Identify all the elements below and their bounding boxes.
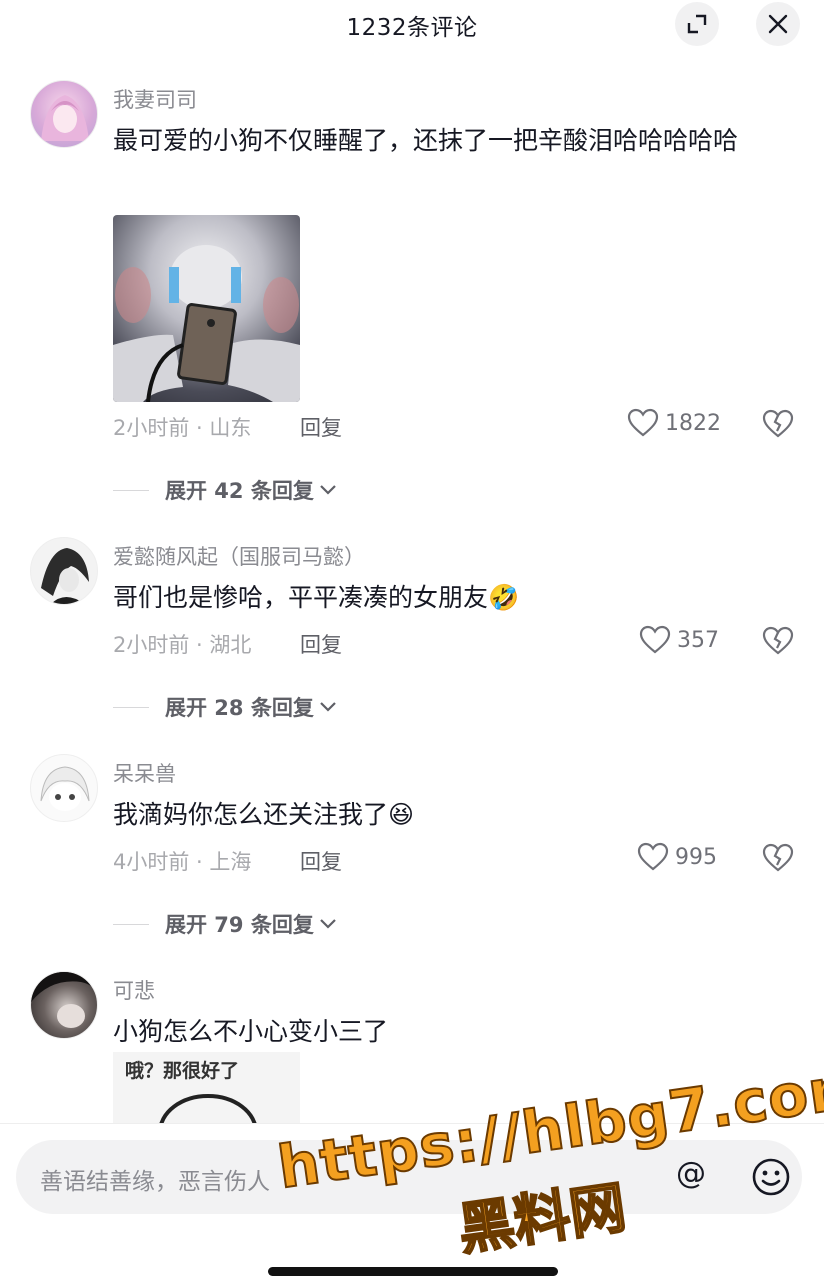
broken-heart-icon <box>762 409 794 438</box>
expand-replies[interactable]: 展开 42 条回复 <box>113 475 338 505</box>
broken-heart-icon <box>762 843 794 872</box>
avatar[interactable] <box>30 80 98 148</box>
username[interactable]: 可悲 <box>113 975 155 1005</box>
comment-image[interactable] <box>113 215 300 402</box>
expand-icon <box>687 14 707 34</box>
reply-button[interactable]: 回复 <box>300 629 342 659</box>
expand-replies-label: 展开 79 条回复 <box>165 913 314 937</box>
comment-input[interactable]: 善语结善缘，恶言伤人 @ <box>16 1140 802 1214</box>
username[interactable]: 爱懿随风起（国服司马懿） <box>113 541 365 571</box>
comment-time-location: 2小时前 · 山东 <box>113 416 252 440</box>
reply-button[interactable]: 回复 <box>300 412 342 442</box>
avatar[interactable] <box>30 537 98 605</box>
chevron-down-icon <box>320 702 336 712</box>
home-indicator <box>268 1267 558 1276</box>
like-button[interactable]: 357 <box>639 625 719 655</box>
divider-line <box>113 923 149 925</box>
broken-heart-icon <box>762 626 794 655</box>
dislike-button[interactable] <box>762 626 794 658</box>
divider-line <box>113 706 149 708</box>
comment-input-bar: 善语结善缘，恶言伤人 @ <box>0 1123 824 1280</box>
divider-line <box>113 489 149 491</box>
expand-replies-label: 展开 28 条回复 <box>165 696 314 720</box>
mention-at-icon[interactable]: @ <box>676 1156 706 1191</box>
comment-text: 哥们也是惨哈，平平凑凑的女朋友🤣 <box>113 583 520 612</box>
chevron-down-icon <box>320 485 336 495</box>
comment-text: 我滴妈你怎么还关注我了😆 <box>113 800 415 829</box>
close-icon <box>768 14 788 34</box>
heart-icon <box>637 842 669 871</box>
username[interactable]: 我妻司司 <box>113 84 197 114</box>
like-count: 357 <box>677 627 719 653</box>
heart-icon <box>639 625 671 654</box>
close-button[interactable] <box>756 2 800 46</box>
reply-button[interactable]: 回复 <box>300 846 342 876</box>
username[interactable]: 呆呆兽 <box>113 758 176 788</box>
comment-text: 最可爱的小狗不仅睡醒了，还抹了一把辛酸泪哈哈哈哈哈 <box>113 126 739 155</box>
like-button[interactable]: 995 <box>637 842 717 872</box>
expand-button[interactable] <box>675 2 719 46</box>
dislike-button[interactable] <box>762 409 794 441</box>
expand-replies[interactable]: 展开 28 条回复 <box>113 692 338 722</box>
emoji-icon[interactable] <box>751 1157 791 1197</box>
comment-input-placeholder: 善语结善缘，恶言伤人 <box>40 1169 270 1195</box>
expand-replies[interactable]: 展开 79 条回复 <box>113 909 338 939</box>
comment-text: 小狗怎么不小心变小三了 <box>113 1017 389 1046</box>
comments-header: 1232条评论 <box>0 0 824 48</box>
chevron-down-icon <box>320 919 336 929</box>
like-count: 995 <box>675 844 717 870</box>
avatar[interactable] <box>30 971 98 1039</box>
comment-time-location: 2小时前 · 湖北 <box>113 633 252 657</box>
comment-time-location: 4小时前 · 上海 <box>113 850 252 874</box>
heart-icon <box>627 408 659 437</box>
avatar[interactable] <box>30 754 98 822</box>
like-button[interactable]: 1822 <box>627 408 721 438</box>
like-count: 1822 <box>665 410 721 436</box>
comment-image[interactable]: 哦？那很好了 <box>113 1052 300 1127</box>
expand-replies-label: 展开 42 条回复 <box>165 479 314 503</box>
dislike-button[interactable] <box>762 843 794 875</box>
